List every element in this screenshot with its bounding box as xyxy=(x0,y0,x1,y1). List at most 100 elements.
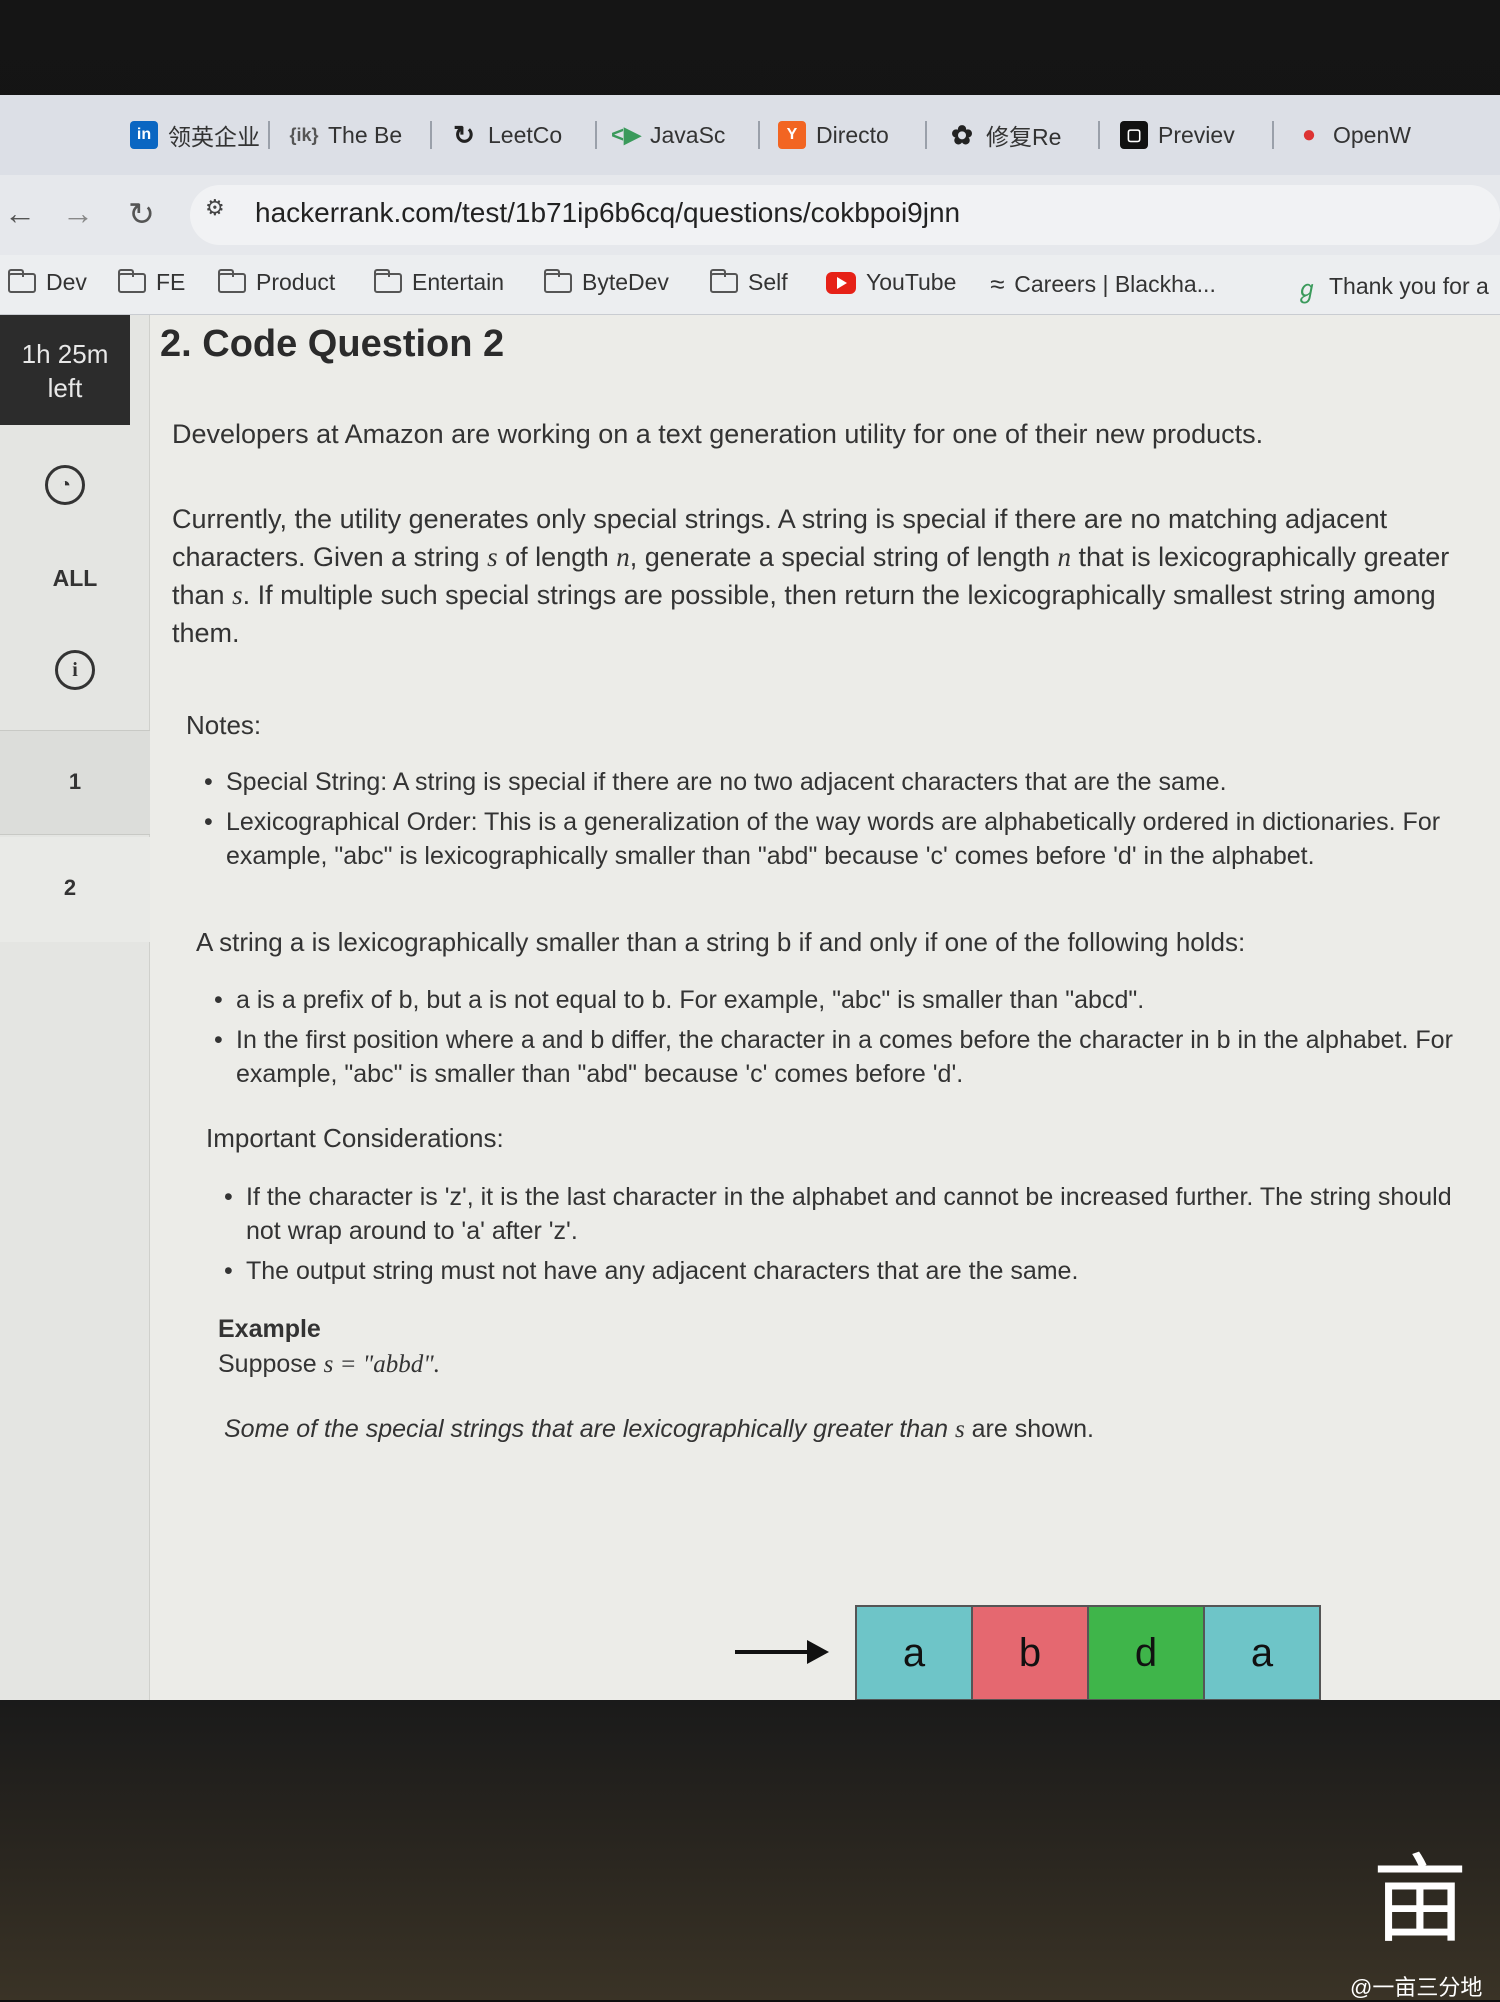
question-number: 2 xyxy=(63,875,77,900)
example-note: Some of the special strings that are lex… xyxy=(224,1415,1094,1444)
question-content: 2. Code Question 2 Developers at Amazon … xyxy=(150,315,1500,1705)
text: Some of the special strings that are lex… xyxy=(224,1415,955,1443)
blackhawk-icon: ≈ xyxy=(990,269,1005,299)
all-questions-button[interactable]: ALL xyxy=(0,565,150,592)
tab-linkedin[interactable]: in 领英企业 xyxy=(130,113,260,157)
leetcode-icon: ↻ xyxy=(453,119,475,150)
bookmark-thank-you[interactable]: ℊ Thank you for a xyxy=(1295,269,1489,304)
output-string-abda: abda xyxy=(855,1605,1321,1701)
tab-separator xyxy=(595,121,597,149)
browser-window: in 领英企业 {ik} The Be ↻ LeetCo <▶ JavaSc Y… xyxy=(0,95,1500,1705)
text: , generate a special string of length xyxy=(629,542,1058,572)
question-nav-1[interactable]: 1 xyxy=(0,730,150,835)
var-s: s xyxy=(954,1416,965,1443)
var-s: s xyxy=(323,1351,334,1378)
preview-icon: ▢ xyxy=(1120,121,1148,149)
tab-bar: in 领英企业 {ik} The Be ↻ LeetCo <▶ JavaSc Y… xyxy=(0,95,1500,175)
tab-label: Previev xyxy=(1158,121,1235,148)
example-heading: Example xyxy=(218,1315,321,1343)
bookmark-product[interactable]: Product xyxy=(218,268,336,296)
bookmark-careers[interactable]: ≈ Careers | Blackha... xyxy=(990,269,1216,300)
tab-openai[interactable]: ✿ 修复Re xyxy=(948,113,1061,157)
tab-separator xyxy=(758,121,760,149)
bookmark-label: Thank you for a xyxy=(1329,273,1489,299)
bookmark-label: Careers | Blackha... xyxy=(1014,271,1216,297)
url-text[interactable]: hackerrank.com/test/1b71ip6b6cq/question… xyxy=(255,197,960,229)
bookmark-self[interactable]: Self xyxy=(710,268,788,296)
youtube-icon xyxy=(826,271,856,294)
var-n: n xyxy=(616,542,630,572)
link-icon: ℊ xyxy=(1295,276,1319,303)
lex-rules-list: a is a prefix of b, but a is not equal t… xyxy=(214,983,1500,1097)
folder-icon xyxy=(118,268,146,293)
all-label: ALL xyxy=(52,565,98,591)
list-item: The output string must not have any adja… xyxy=(224,1254,1484,1288)
bookmark-label: Product xyxy=(256,269,336,295)
intro-paragraph: Developers at Amazon are working on a te… xyxy=(172,419,1264,449)
address-bar: ← → ↻ ⚙ hackerrank.com/test/1b71ip6b6cq/… xyxy=(0,175,1500,255)
tab-label: LeetCo xyxy=(488,121,563,148)
tab-label: OpenW xyxy=(1333,121,1411,148)
notes-list: Special String: A string is special if t… xyxy=(204,765,1500,879)
folder-icon xyxy=(710,268,738,293)
bookmark-entertain[interactable]: Entertain xyxy=(374,268,504,296)
text: are shown. xyxy=(964,1415,1094,1443)
tab-openw[interactable]: ● OpenW xyxy=(1295,113,1411,157)
clock-button[interactable]: ◔ xyxy=(0,465,140,505)
text: = "abbd". xyxy=(333,1351,440,1378)
letter-box-a: a xyxy=(1203,1605,1321,1701)
openw-icon: ● xyxy=(1301,121,1317,148)
notes-heading: Notes: xyxy=(186,710,262,740)
info-button[interactable]: i xyxy=(0,650,150,690)
question-sidebar: 1h 25m left ◔ ALL i 1 2 xyxy=(0,315,150,1705)
tab-label: 修复Re xyxy=(986,124,1062,150)
bookmark-dev[interactable]: Dev xyxy=(8,268,87,296)
considerations-heading: Important Considerations: xyxy=(206,1123,504,1153)
tab-preview[interactable]: ▢ Previev xyxy=(1120,113,1235,157)
tab-label: Directo xyxy=(816,121,889,148)
tab-label: JavaSc xyxy=(650,121,726,148)
bookmark-bytedev[interactable]: ByteDev xyxy=(544,268,669,296)
tab-javascript[interactable]: <▶ JavaSc xyxy=(611,113,726,157)
var-n: n xyxy=(1057,542,1072,572)
ycombinator-icon: Y xyxy=(778,121,806,149)
tab-leetcode[interactable]: ↻ LeetCo xyxy=(450,113,562,157)
var-s: s xyxy=(487,542,498,572)
back-arrow-icon[interactable]: ← xyxy=(4,195,36,232)
tab-separator xyxy=(268,121,270,149)
arrow-icon xyxy=(735,1640,829,1664)
bookmark-youtube[interactable]: YouTube xyxy=(826,269,956,296)
text: of length xyxy=(497,542,617,572)
question-number: 1 xyxy=(68,769,82,794)
tab-the-be[interactable]: {ik} The Be xyxy=(289,113,403,157)
list-item: Special String: A string is special if t… xyxy=(204,765,1500,799)
tab-separator xyxy=(430,121,432,149)
tab-directory[interactable]: Y Directo xyxy=(778,113,889,157)
site-info-icon[interactable]: ⚙ xyxy=(205,195,225,221)
text: Suppose xyxy=(218,1350,324,1378)
problem-paragraph: Currently, the utility generates only sp… xyxy=(172,500,1492,652)
lex-intro: A string a is lexicographically smaller … xyxy=(196,927,1246,957)
list-item: In the first position where a and b diff… xyxy=(214,1023,1500,1091)
bookmark-label: YouTube xyxy=(866,269,957,295)
time-remaining: 1h 25m left xyxy=(0,315,130,425)
tab-label: The Be xyxy=(328,121,403,148)
tab-separator xyxy=(1098,121,1100,149)
tab-separator xyxy=(1272,121,1274,149)
letter-box-d: d xyxy=(1087,1605,1205,1701)
bookmark-label: Dev xyxy=(46,269,87,295)
laptop-bezel xyxy=(0,1700,1500,2000)
bookmark-label: FE xyxy=(156,269,186,295)
forward-arrow-icon[interactable]: → xyxy=(62,195,94,232)
list-item: a is a prefix of b, but a is not equal t… xyxy=(214,983,1500,1017)
considerations-list: If the character is 'z', it is the last … xyxy=(224,1180,1484,1294)
timer-suffix: left xyxy=(47,373,83,403)
watermark-text: @一亩三分地 xyxy=(1350,1975,1483,2000)
example-line: Suppose s = "abbd". xyxy=(218,1350,440,1379)
list-item: If the character is 'z', it is the last … xyxy=(224,1180,1484,1248)
bookmark-fe[interactable]: FE xyxy=(118,268,186,296)
question-nav-2[interactable]: 2 xyxy=(0,837,150,942)
reload-icon[interactable]: ↻ xyxy=(128,195,155,233)
var-s: s xyxy=(232,580,243,610)
text: . If multiple such special strings are p… xyxy=(172,580,1436,648)
